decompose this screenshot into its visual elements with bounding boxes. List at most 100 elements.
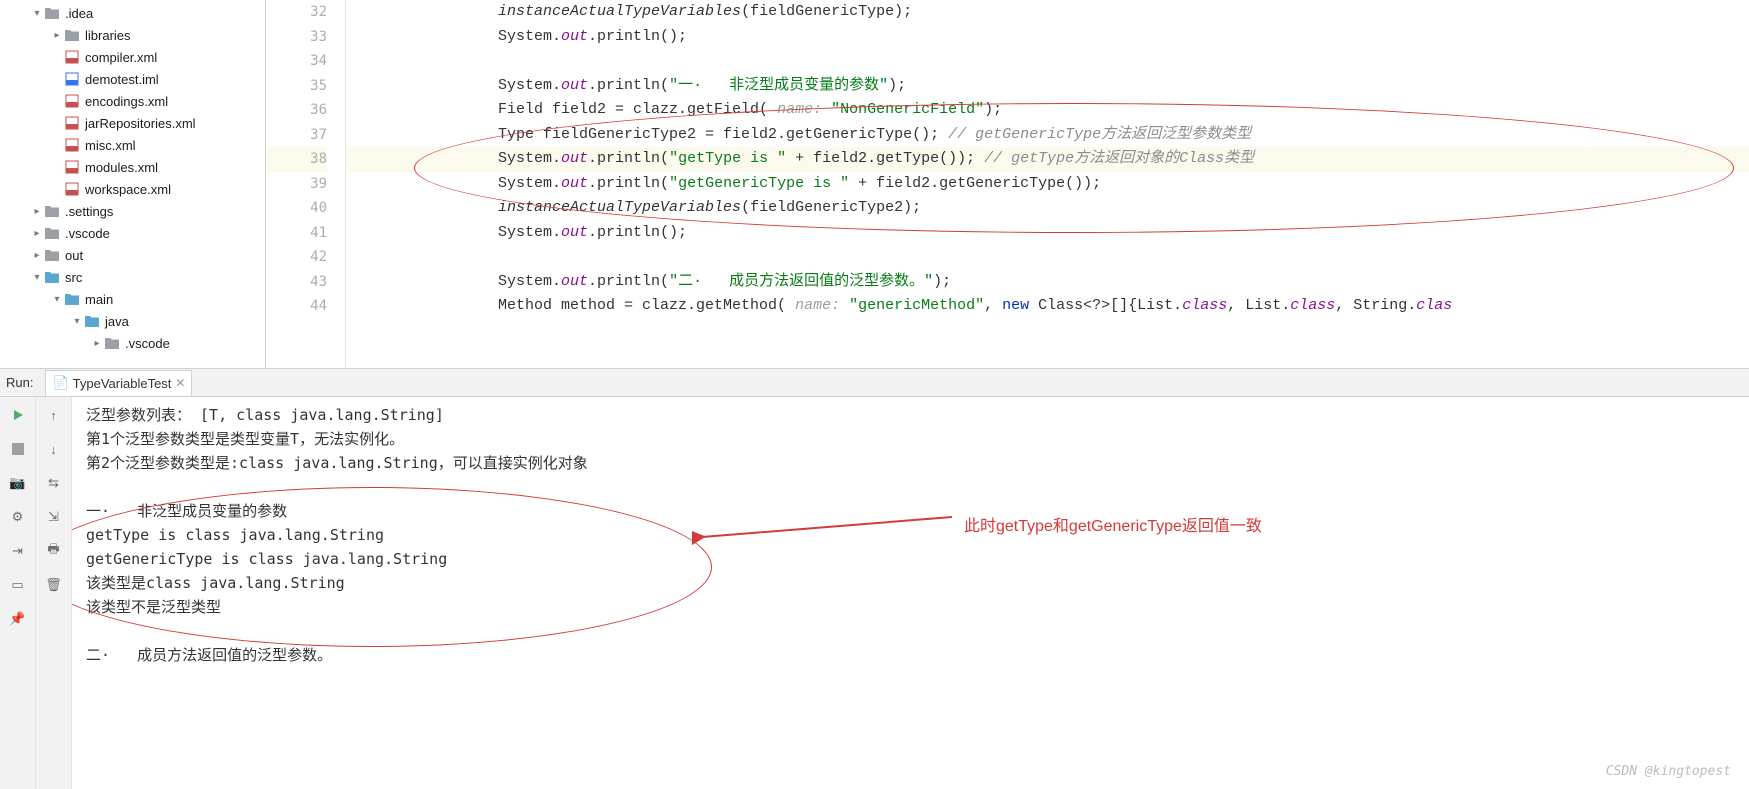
code-text: System. (426, 175, 561, 192)
code-text: System. (426, 77, 561, 94)
tree-item[interactable]: ▸libraries (0, 24, 265, 46)
close-icon[interactable]: ✕ (175, 376, 185, 390)
pin-icon[interactable]: 📌 (6, 607, 30, 631)
tree-item-label: src (65, 270, 82, 285)
line-number[interactable]: 35 (266, 74, 327, 99)
chevron-icon[interactable]: ▸ (30, 206, 44, 217)
line-number[interactable]: 36 (266, 98, 327, 123)
folder-icon (84, 313, 100, 329)
code-text: .println( (588, 150, 669, 167)
tree-item[interactable]: misc.xml (0, 134, 265, 156)
file-icon (64, 115, 80, 131)
tree-item[interactable]: jarRepositories.xml (0, 112, 265, 134)
up-arrow-icon[interactable]: ↑ (42, 403, 66, 427)
tree-item-label: .vscode (65, 226, 110, 241)
tree-item[interactable]: ▸out (0, 244, 265, 266)
export-icon[interactable]: ⇥ (6, 539, 30, 563)
console-line: getType is class java.lang.String (86, 523, 1749, 547)
line-number[interactable]: 34 (266, 49, 327, 74)
run-tool-window: Run: 📄 TypeVariableTest ✕ 📷 ⚙ ⇥ ▭ 📌 ↑ ↓ … (0, 369, 1749, 789)
tree-item[interactable]: demotest.iml (0, 68, 265, 90)
code-text: // getGenericType方法返回泛型参数类型 (948, 126, 1251, 143)
line-number[interactable]: 39 (266, 172, 327, 197)
tree-item[interactable]: ▸ .vscode (0, 222, 265, 244)
code-text: out (561, 77, 588, 94)
code-text (822, 101, 831, 118)
chevron-icon[interactable]: ▾ (30, 272, 44, 283)
console-line: 该类型不是泛型类型 (86, 595, 1749, 619)
code-text: ); (888, 77, 906, 94)
tree-item[interactable]: modules.xml (0, 156, 265, 178)
code-text: new (1002, 297, 1029, 314)
tree-item[interactable]: compiler.xml (0, 46, 265, 68)
folder-icon (64, 27, 80, 43)
run-tab[interactable]: 📄 TypeVariableTest ✕ (45, 370, 192, 396)
file-icon (64, 93, 80, 109)
wrap-icon[interactable]: ⇆ (42, 471, 66, 495)
run-button[interactable] (6, 403, 30, 427)
chevron-icon[interactable]: ▸ (90, 338, 104, 349)
line-number[interactable]: 44 (266, 294, 327, 319)
layout-icon[interactable]: ▭ (6, 573, 30, 597)
settings-icon[interactable]: ⚙ (6, 505, 30, 529)
chevron-icon[interactable]: ▾ (50, 294, 64, 305)
tree-item[interactable]: ▾ src (0, 266, 265, 288)
tree-item[interactable]: ▾ main (0, 288, 265, 310)
tree-item-label: java (105, 314, 129, 329)
run-header: Run: 📄 TypeVariableTest ✕ (0, 369, 1749, 397)
line-number[interactable]: 33 (266, 25, 327, 50)
line-number[interactable]: 42 (266, 245, 327, 270)
code-text: System. (426, 28, 561, 45)
tree-item-label: main (85, 292, 113, 307)
chevron-icon[interactable]: ▸ (30, 250, 44, 261)
code-text: .println(); (588, 224, 687, 241)
camera-icon[interactable]: 📷 (6, 471, 30, 495)
code-text: (fieldGenericType); (741, 3, 912, 20)
code-text: "NonGenericField" (831, 101, 984, 118)
chevron-icon[interactable]: ▸ (50, 30, 64, 41)
code-text: System. (426, 224, 561, 241)
run-tab-label: TypeVariableTest (73, 376, 172, 391)
tree-item[interactable]: encodings.xml (0, 90, 265, 112)
code-text: class (1182, 297, 1227, 314)
file-icon (64, 137, 80, 153)
chevron-icon[interactable]: ▾ (30, 8, 44, 19)
tree-item-label: workspace.xml (85, 182, 171, 197)
down-arrow-icon[interactable]: ↓ (42, 437, 66, 461)
code-editor[interactable]: instanceActualTypeVariables(fieldGeneric… (346, 0, 1749, 368)
code-text: Type fieldGenericType2 = field2.getGener… (426, 126, 948, 143)
console-line: 第2个泛型参数类型是:class java.lang.String，可以直接实例… (86, 451, 1749, 475)
code-text: , String. (1335, 297, 1416, 314)
code-text: clas (1416, 297, 1452, 314)
tree-item[interactable]: ▸.settings (0, 200, 265, 222)
line-number[interactable]: 37 (266, 123, 327, 148)
code-text: , (984, 297, 1002, 314)
line-number[interactable]: 41 (266, 221, 327, 246)
run-toolbar-right: ↑ ↓ ⇆ ⇲ 🖶 🗑 (36, 397, 72, 789)
tree-item[interactable]: workspace.xml (0, 178, 265, 200)
tree-item[interactable]: ▾.idea (0, 2, 265, 24)
line-number[interactable]: 43 (266, 270, 327, 295)
tree-item[interactable]: ▸ .vscode (0, 332, 265, 354)
print-icon[interactable]: 🖶 (42, 539, 66, 563)
code-text: Field field2 = clazz.getField( (426, 101, 777, 118)
chevron-icon[interactable]: ▸ (30, 228, 44, 239)
code-text: "二· 成员方法返回值的泛型参数。" (669, 273, 933, 290)
tree-item-label: jarRepositories.xml (85, 116, 196, 131)
stop-button[interactable] (6, 437, 30, 461)
line-number[interactable]: 40 (266, 196, 327, 221)
project-tree[interactable]: ▾.idea▸librariescompiler.xmldemotest.iml… (0, 0, 266, 368)
scroll-icon[interactable]: ⇲ (42, 505, 66, 529)
tree-item-label: .vscode (125, 336, 170, 351)
console-output[interactable]: 此时getType和getGenericType返回值一致 CSDN @king… (72, 397, 1749, 789)
code-text: "getGenericType is " (669, 175, 849, 192)
code-text: class (1290, 297, 1335, 314)
console-line: 泛型参数列表： [T, class java.lang.String] (86, 403, 1749, 427)
chevron-icon[interactable]: ▾ (70, 316, 84, 327)
line-number[interactable]: 38 (266, 147, 327, 172)
folder-icon (44, 5, 60, 21)
line-number[interactable]: 32 (266, 0, 327, 25)
trash-icon[interactable]: 🗑 (42, 573, 66, 597)
file-icon (64, 181, 80, 197)
tree-item[interactable]: ▾ java (0, 310, 265, 332)
